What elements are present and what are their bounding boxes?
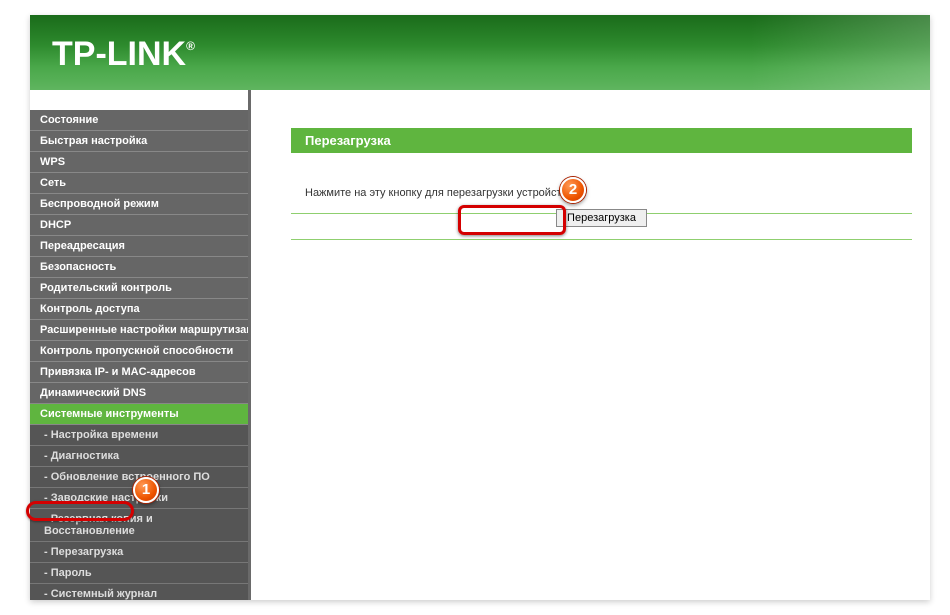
- content-pane: Перезагрузка Нажмите на эту кнопку для п…: [251, 90, 930, 600]
- instruction-text: Нажмите на эту кнопку для перезагрузки у…: [305, 187, 576, 199]
- sidebar-item-wireless[interactable]: Беспроводной режим: [30, 194, 248, 215]
- sidebar-sub-syslog[interactable]: - Системный журнал: [30, 584, 248, 600]
- brand-logo: TP-LINK®: [30, 15, 930, 74]
- annotation-badge-2: 2: [560, 177, 586, 203]
- sidebar: Состояние Быстрая настройка WPS Сеть Бес…: [30, 90, 248, 600]
- button-row: Перезагрузка: [291, 208, 912, 240]
- sidebar-item-dhcp[interactable]: DHCP: [30, 215, 248, 236]
- reboot-button[interactable]: Перезагрузка: [556, 209, 647, 227]
- sidebar-item-security[interactable]: Безопасность: [30, 257, 248, 278]
- sidebar-item-quick-setup[interactable]: Быстрая настройка: [30, 131, 248, 152]
- registered-icon: ®: [186, 39, 195, 53]
- sidebar-item-system-tools[interactable]: Системные инструменты: [30, 404, 248, 425]
- sidebar-sub-backup[interactable]: - Резервная копия и Восстановление: [30, 509, 248, 542]
- header-banner: TP-LINK®: [30, 15, 930, 90]
- sidebar-item-ddns[interactable]: Динамический DNS: [30, 383, 248, 404]
- sidebar-item-parental[interactable]: Родительский контроль: [30, 278, 248, 299]
- sidebar-item-forwarding[interactable]: Переадресация: [30, 236, 248, 257]
- annotation-badge-1: 1: [133, 477, 159, 503]
- sidebar-item-status[interactable]: Состояние: [30, 110, 248, 131]
- sidebar-sub-time[interactable]: - Настройка времени: [30, 425, 248, 446]
- sidebar-item-access-control[interactable]: Контроль доступа: [30, 299, 248, 320]
- sidebar-item-bandwidth[interactable]: Контроль пропускной способности: [30, 341, 248, 362]
- sidebar-item-routing[interactable]: Расширенные настройки маршрутизации: [30, 320, 248, 341]
- brand-text: TP-LINK: [52, 35, 186, 73]
- sidebar-item-ip-mac[interactable]: Привязка IP- и MAC-адресов: [30, 362, 248, 383]
- app-window: TP-LINK® Состояние Быстрая настройка WPS…: [30, 15, 930, 600]
- sidebar-sub-reboot[interactable]: - Перезагрузка: [30, 542, 248, 563]
- sidebar-sub-password[interactable]: - Пароль: [30, 563, 248, 584]
- sidebar-sub-diagnostics[interactable]: - Диагностика: [30, 446, 248, 467]
- body-area: Состояние Быстрая настройка WPS Сеть Бес…: [30, 90, 930, 600]
- page-title: Перезагрузка: [291, 128, 912, 153]
- sidebar-item-wps[interactable]: WPS: [30, 152, 248, 173]
- sidebar-item-network[interactable]: Сеть: [30, 173, 248, 194]
